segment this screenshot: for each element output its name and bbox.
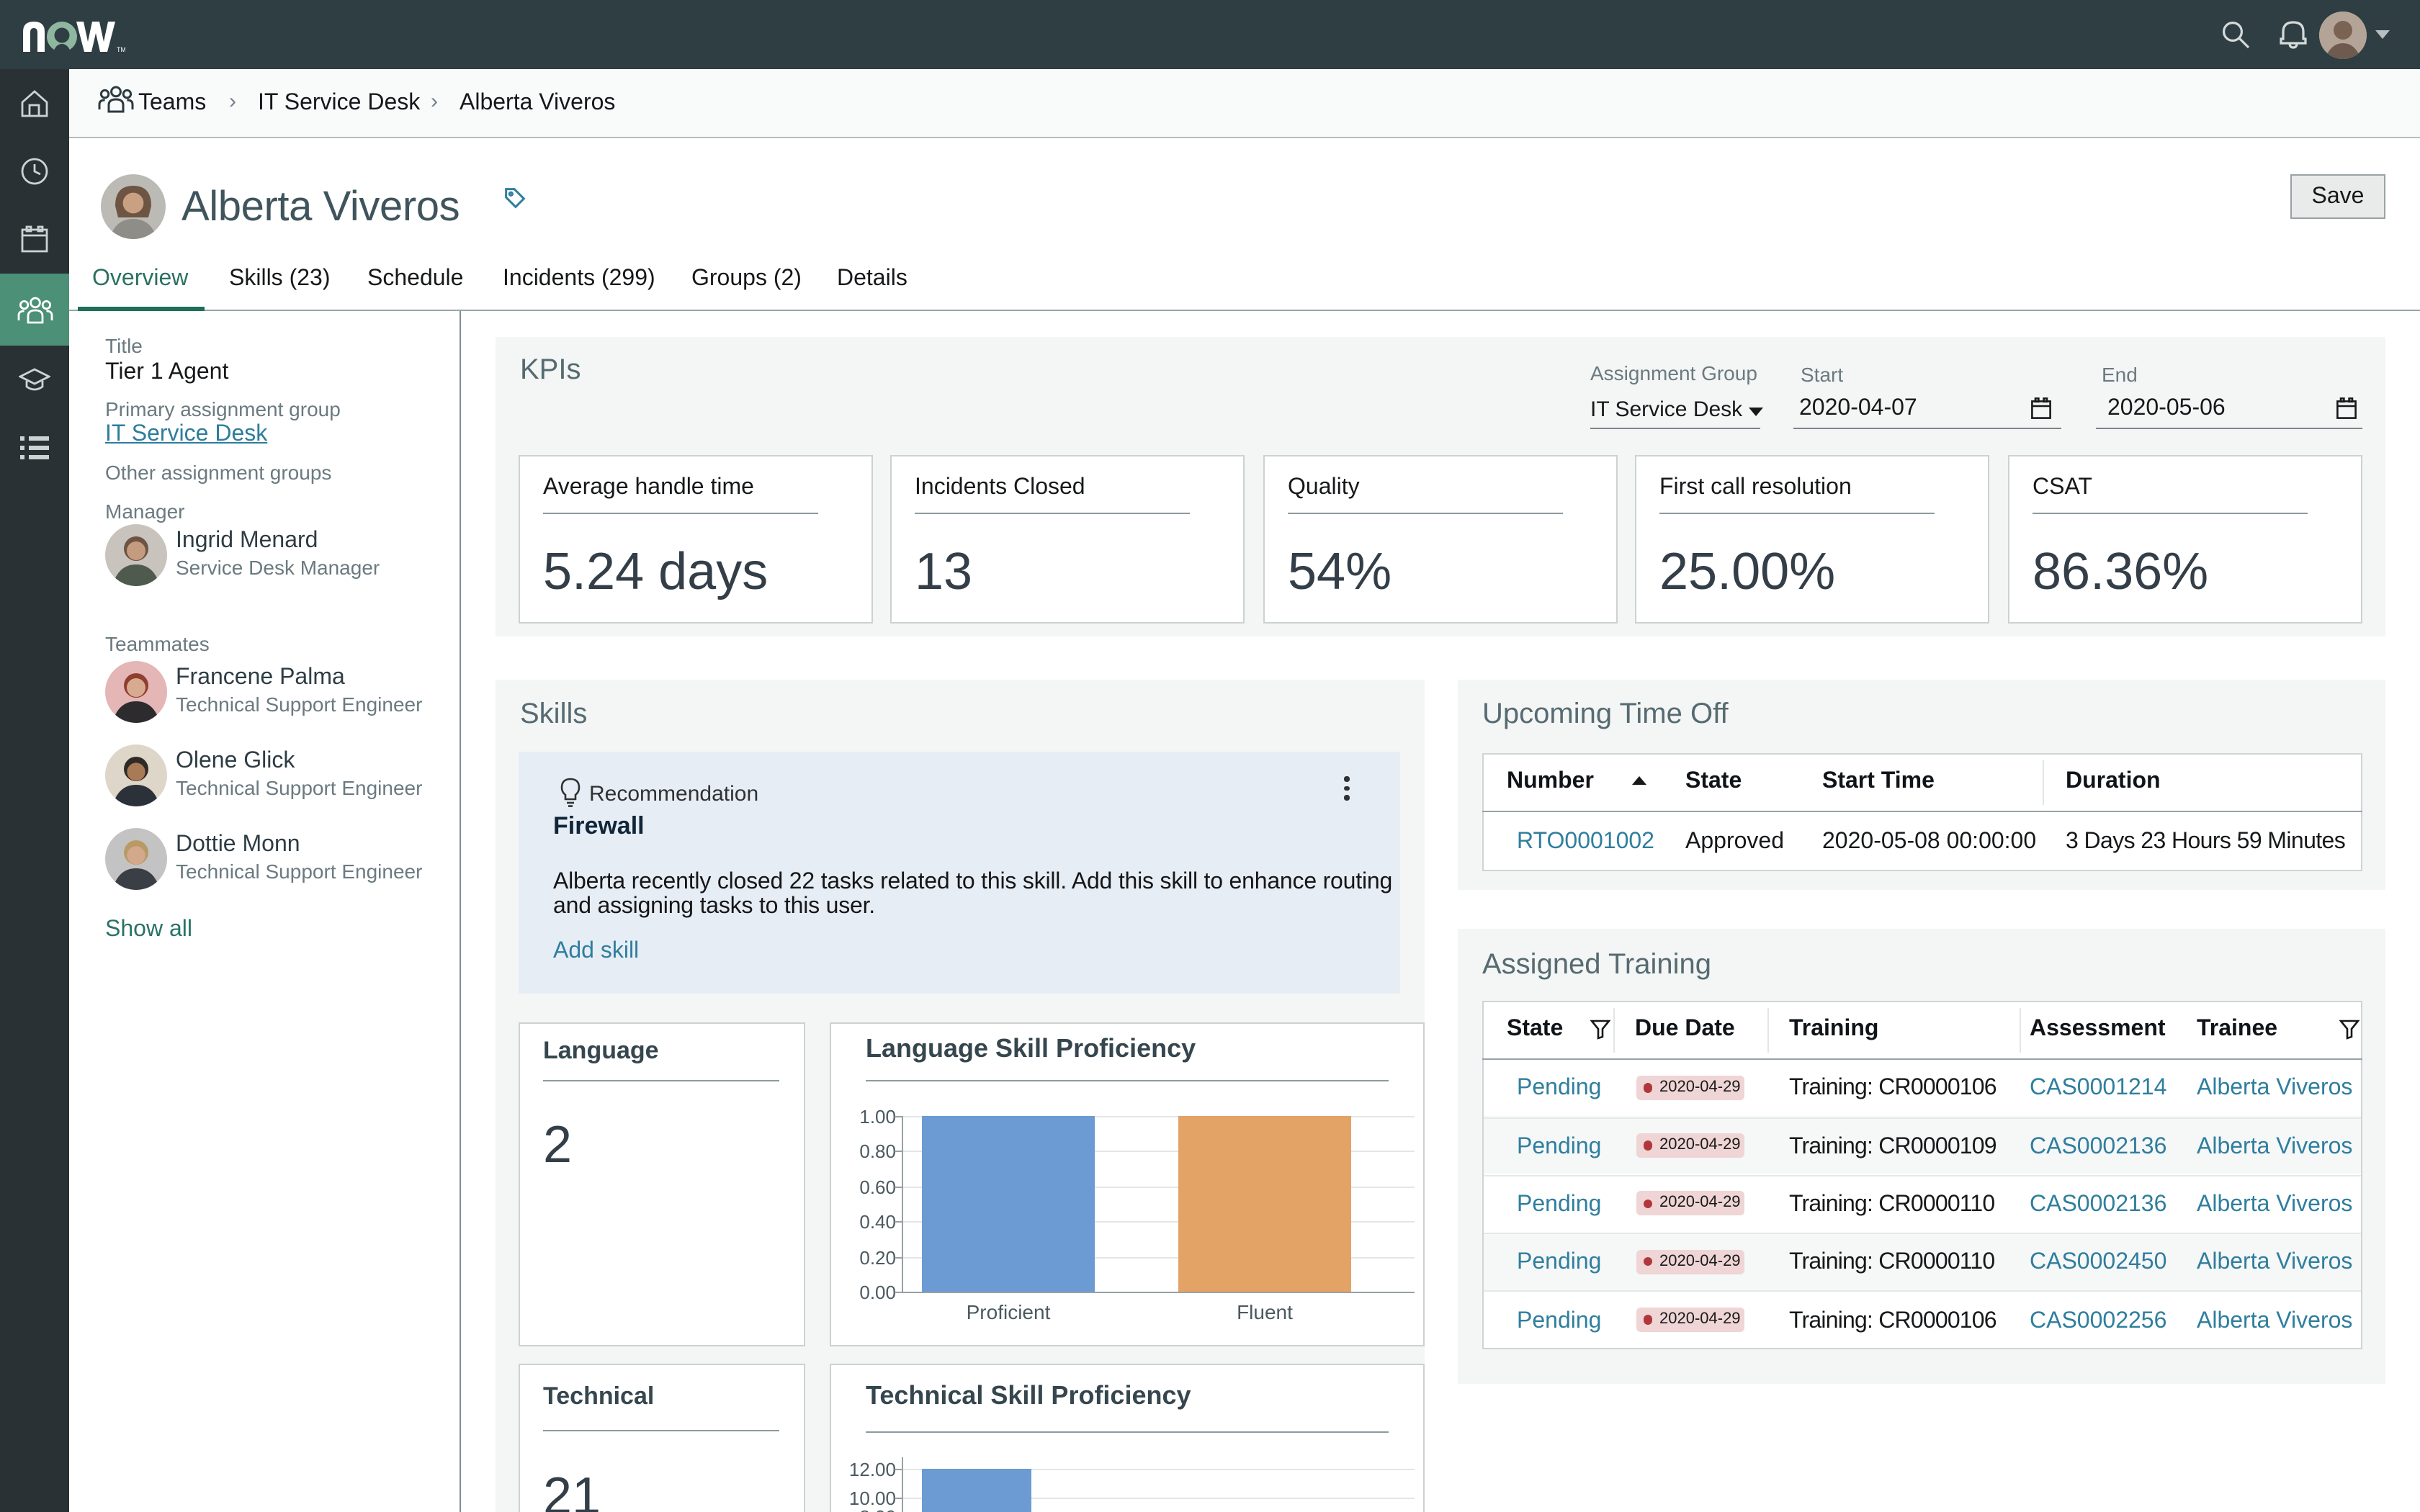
svg-text:TM: TM xyxy=(117,46,125,53)
